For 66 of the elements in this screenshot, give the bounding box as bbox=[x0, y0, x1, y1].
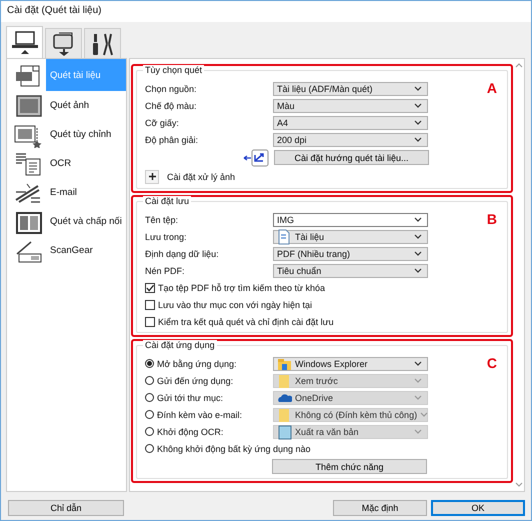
sidebar-item[interactable]: Quét tùy chỉnh bbox=[46, 120, 126, 149]
chevron-down-icon bbox=[414, 428, 422, 434]
folder-icon bbox=[277, 372, 292, 388]
chevron-down-icon bbox=[414, 378, 422, 384]
checkmark-icon bbox=[146, 284, 154, 292]
group-title: Cài đặt lưu bbox=[143, 196, 192, 206]
window-title: Cài đặt (Quét tài liệu) bbox=[1, 1, 531, 22]
chevron-down-icon bbox=[414, 268, 422, 274]
orientation-icon bbox=[243, 148, 269, 166]
dropdown[interactable]: PDF (Nhiều trang) bbox=[273, 246, 428, 260]
radio-button[interactable]: Mở bằng ứng dụng: bbox=[145, 358, 273, 368]
tab[interactable] bbox=[6, 26, 43, 58]
sidebar-item[interactable]: E-mail bbox=[46, 178, 126, 207]
scroll-down-icon bbox=[515, 482, 523, 488]
group-title: Tùy chọn quét bbox=[143, 65, 204, 75]
group-title: Cài đặt ứng dụng bbox=[143, 340, 217, 350]
annotation-label: C bbox=[486, 355, 497, 371]
dropdown[interactable]: Windows Explorer bbox=[273, 356, 428, 370]
annotation-label: B bbox=[486, 211, 497, 227]
dropdown[interactable]: A4 bbox=[273, 116, 428, 130]
expand-icon[interactable] bbox=[145, 170, 159, 184]
scroll-up-icon bbox=[515, 62, 523, 68]
field-label: Chế độ màu: bbox=[145, 100, 198, 110]
input-field[interactable]: IMG bbox=[273, 212, 428, 226]
chevron-down-icon bbox=[414, 120, 422, 126]
text-lines-icon bbox=[13, 150, 43, 176]
chevron-down-icon bbox=[414, 360, 422, 366]
checkbox[interactable]: Tạo tệp PDF hỗ trợ tìm kiếm theo từ khóa bbox=[145, 282, 325, 292]
button[interactable]: Chỉ dẫn bbox=[8, 500, 124, 516]
field-label: Độ phân giải: bbox=[145, 134, 200, 144]
chevron-down-icon bbox=[414, 216, 422, 222]
field-label: Chọn nguồn: bbox=[145, 84, 198, 94]
tab[interactable] bbox=[84, 28, 121, 58]
radio-button[interactable]: Không khởi động bất kỳ ứng dụng nào bbox=[145, 444, 311, 454]
button[interactable]: OK bbox=[431, 500, 525, 516]
tab[interactable] bbox=[45, 28, 82, 58]
field-label: Cỡ giấy: bbox=[145, 118, 180, 128]
checkbox[interactable]: Lưu vào thư mục con với ngày hiện tại bbox=[145, 300, 312, 310]
field-label: Lưu trong: bbox=[145, 232, 188, 242]
chevron-down-icon bbox=[414, 394, 422, 400]
checkbox[interactable]: Kiểm tra kết quả quét và chỉ định cài đặt lưu bbox=[145, 316, 334, 326]
chevron-down-icon bbox=[414, 234, 422, 240]
dropdown[interactable]: Tài liệu (ADF/Màn quét) bbox=[273, 82, 428, 96]
dropdown[interactable]: Tài liệu bbox=[273, 230, 428, 244]
sidebar-item[interactable]: Quét ảnh bbox=[46, 91, 126, 120]
expander-label[interactable]: Cài đặt xử lý ảnh bbox=[167, 172, 236, 182]
button[interactable]: Mặc định bbox=[333, 500, 427, 516]
dropdown[interactable]: Màu bbox=[273, 98, 428, 112]
folder-icon bbox=[277, 406, 292, 422]
field-label: Định dạng dữ liệu: bbox=[145, 248, 220, 258]
chevron-down-icon bbox=[414, 86, 422, 92]
button[interactable]: Thêm chức năng bbox=[272, 459, 427, 474]
computer-icon bbox=[10, 30, 40, 56]
button[interactable]: Cài đặt hướng quét tài liệu... bbox=[274, 150, 429, 165]
chevron-down-icon bbox=[414, 250, 422, 256]
field-label: Nén PDF: bbox=[145, 266, 186, 276]
dropdown[interactable]: Tiêu chuẩn bbox=[273, 264, 428, 278]
chevron-down-icon bbox=[420, 412, 428, 418]
sidebar-item[interactable]: Quét và chấp nối bbox=[46, 207, 126, 236]
dropdown[interactable]: 200 dpi bbox=[273, 132, 428, 146]
sidebar-item[interactable]: OCR bbox=[46, 149, 126, 178]
annotation-label: A bbox=[486, 80, 497, 96]
chevron-down-icon bbox=[414, 136, 422, 142]
field-label: Tên tệp: bbox=[145, 214, 180, 224]
sidebar-item[interactable]: ScanGear bbox=[46, 236, 126, 265]
chevron-down-icon bbox=[414, 102, 422, 108]
